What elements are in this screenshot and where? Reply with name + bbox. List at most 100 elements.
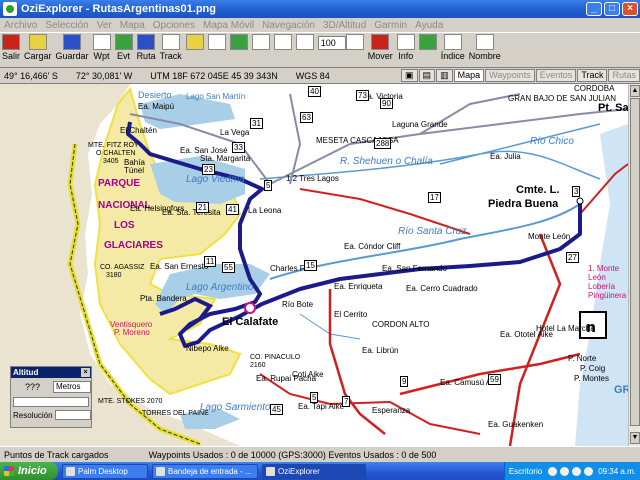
zoom-in-button[interactable] [273,34,292,51]
label-enriqueta: Ea. Enriqueta [334,282,383,291]
menu-ver[interactable]: Ver [97,20,112,31]
tab-eventos[interactable]: Eventos [535,69,577,82]
info-button[interactable]: Info [396,34,415,61]
waypoint-button[interactable]: Wpt [92,34,111,61]
road-shield: 15 [304,260,317,271]
altitude-bar [13,397,89,407]
menu-mapa[interactable]: Mapa [120,20,145,31]
taskbar: Inicio Palm Desktop Bandeja de entrada -… [0,462,640,480]
tool-grid-c[interactable] [229,34,248,51]
label-nibepo: Nibepo Aike [186,344,229,353]
start-button[interactable]: Inicio [0,462,58,480]
save-button[interactable]: Guardar [56,34,89,61]
road-shield: 23 [202,164,215,175]
index-button[interactable]: Índice [441,34,465,61]
list-icon [251,34,270,50]
label-el-cerrito: El Cerrito [334,310,368,319]
tab-icon-a[interactable]: ▣ [401,69,418,82]
menu-mapa-movil[interactable]: Mapa Móvil [203,20,254,31]
tray-icon-3[interactable] [572,466,582,476]
tool-grid-d[interactable] [251,34,270,51]
menu-navegacion[interactable]: Navegación [262,20,315,31]
menu-3d-altitud[interactable]: 3D/Altitud [323,20,366,31]
label-los: LOS [114,220,135,231]
tab-mapa[interactable]: Mapa [453,69,485,82]
tab-icon-c[interactable]: ▥ [436,69,453,82]
pan-arrows-icon [418,34,437,50]
event-icon [114,34,133,50]
datum-readout: WGS 84 [295,70,330,81]
tool-zoom-arrows[interactable] [345,34,364,51]
road-shield: 5 [310,392,319,403]
label-santa-cruz: Río Santa Cruz [398,226,467,237]
name-button[interactable]: Nombre [469,34,501,61]
maximize-button[interactable]: □ [604,2,620,16]
label-monte-leon: Monte León [528,232,571,241]
label-la-leona: La Leona [248,206,282,215]
tray-icon-2[interactable] [560,466,570,476]
label-maipu: Ea. Maipú [138,102,175,111]
road-shield: 5 [264,180,273,191]
scroll-thumb[interactable] [630,98,640,426]
close-button[interactable]: × [622,2,638,16]
menu-bar: Archivo Selección Ver Mapa Opciones Mapa… [0,18,640,32]
label-pinaculo-2: 2160 [250,362,266,369]
tool-grid-a[interactable] [185,34,204,51]
menu-seleccion[interactable]: Selección [45,20,88,31]
event-button[interactable]: Evt [114,34,133,61]
menu-archivo[interactable]: Archivo [4,20,37,31]
scroll-down-button[interactable]: ▼ [630,432,640,444]
desktop-toolbar[interactable]: Escritorio [509,467,542,476]
altitude-units-select[interactable]: Metros [53,381,91,393]
label-tres-lagos: 1 2 Tres Lagos [286,174,339,183]
status-left: Puntos de Track cargados [4,449,109,460]
exit-button[interactable]: Salir [2,34,20,61]
toolbar: Salir Cargar Guardar Wpt Evt Ruta Track … [0,32,640,68]
scroll-up-button[interactable]: ▲ [630,85,640,97]
tray-icon-1[interactable] [548,466,558,476]
close-icon[interactable]: × [81,368,90,377]
resolution-field[interactable] [54,410,91,420]
windows-flag-icon [4,466,14,476]
road-shield: 288 [374,138,392,149]
tab-rutas[interactable]: Rutas [608,69,640,82]
track-icon [161,34,180,50]
tray-icon-4[interactable] [584,466,594,476]
tab-waypoints[interactable]: Waypoints [485,69,535,82]
tab-icon-b[interactable]: ▤ [418,69,436,82]
map-view[interactable]: n Desierto Ea. Maipú Lago San Martín El … [0,84,628,446]
menu-garmin[interactable]: Garmin [374,20,407,31]
label-cerro-cuadrado: Ea. Cerro Cuadrado [406,284,478,293]
utm-readout: UTM 18F 672 045E 45 39 343N [150,70,278,81]
load-icon [28,34,47,50]
label-loberia: 1. Monte León Lobería Pingüinera [588,264,627,300]
load-button[interactable]: Cargar [24,34,52,61]
move-button[interactable]: Mover [368,34,393,61]
road-shield: 33 [232,142,245,153]
pan-button[interactable] [418,34,437,51]
task-oziexplorer[interactable]: OziExplorer [262,463,366,479]
task-palm-desktop[interactable]: Palm Desktop [62,463,148,479]
menu-ayuda[interactable]: Ayuda [415,20,443,31]
zoom-select[interactable]: 100 [317,36,346,50]
label-torres-paine: TORRES DEL PAINE [142,410,209,417]
vertical-scrollbar[interactable]: ▲ ▼ [628,84,640,446]
ozi-icon [266,466,275,476]
move-icon [371,34,390,50]
menu-opciones[interactable]: Opciones [153,20,195,31]
altitude-title-text: Altitud [13,368,39,377]
tool-grid-b[interactable] [207,34,226,51]
track-button[interactable]: Track [160,34,182,61]
route-button[interactable]: Ruta [137,34,156,61]
label-julia: Ea. Julia [490,152,521,161]
task-bandeja[interactable]: Bandeja de entrada - ... [152,463,258,479]
zoom-out-button[interactable] [295,34,314,51]
tab-track[interactable]: Track [577,69,608,82]
label-fitzroy-2: O CHALTEN [96,150,136,157]
label-agassiz-2: 3180 [106,272,122,279]
label-lago-argentino: Lago Argentino [186,282,254,293]
altitude-panel: Altitud × ??? Metros Resolución [10,366,92,428]
longitude-readout: 72° 30,081' W [75,70,133,81]
label-fitzroy-3: 3405 [103,158,119,165]
minimize-button[interactable]: _ [586,2,602,16]
